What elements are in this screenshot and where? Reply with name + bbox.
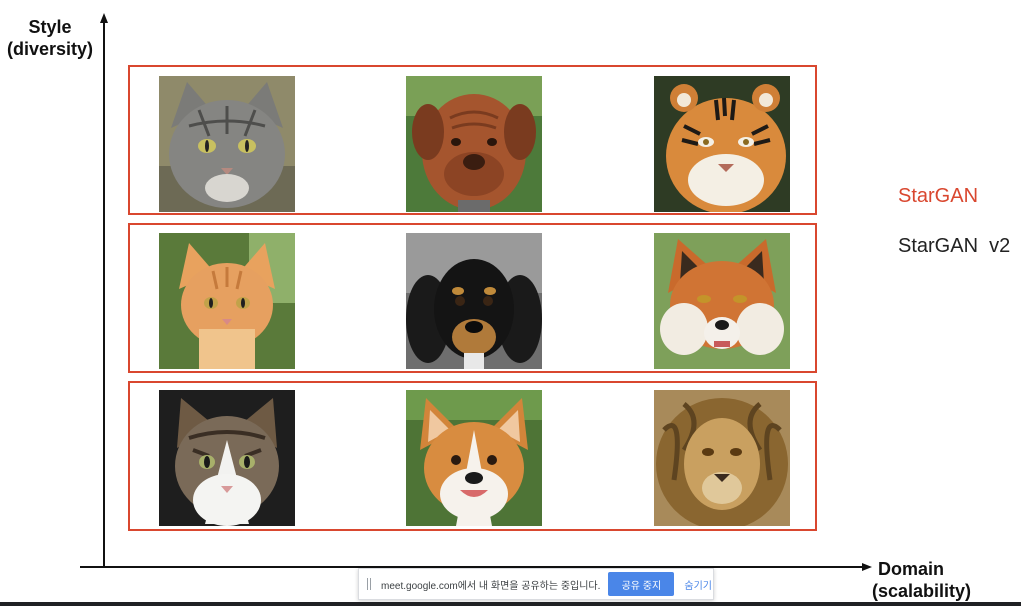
photo-tabby-white-cat	[159, 390, 295, 526]
drag-handle-icon[interactable]	[367, 578, 371, 590]
photo-mastiff-dog	[406, 76, 542, 212]
hide-link[interactable]: 숨기기	[684, 577, 712, 592]
x-axis-label: Domain (scalability)	[872, 558, 992, 602]
photo-tiger	[654, 76, 790, 212]
share-message: meet.google.com에서 내 화면을 공유하는 중입니다.	[381, 580, 601, 592]
y-axis-label-line2: (diversity)	[6, 39, 94, 59]
x-axis-arrow	[862, 563, 872, 571]
photo-red-fox	[654, 233, 790, 369]
photo-lion	[654, 390, 790, 526]
screen-bottom-edge	[0, 602, 1021, 606]
stop-sharing-button[interactable]: 공유 중지	[608, 572, 675, 596]
legend-stargan: StarGAN	[898, 185, 979, 207]
photo-corgi-dog	[406, 390, 542, 526]
y-axis-line	[103, 22, 105, 568]
photo-orange-kitten	[159, 233, 295, 369]
x-axis-label-line2: (scalability)	[872, 581, 972, 601]
y-axis-label-line1: Style	[28, 17, 72, 37]
photo-dachshund-dog	[406, 233, 542, 369]
screen-share-bar: meet.google.com에서 내 화면을 공유하는 중입니다. 공유 중지…	[358, 568, 714, 600]
y-axis-arrow	[100, 13, 108, 23]
legend-stargan-v2: StarGAN v2	[898, 235, 1011, 257]
photo-tabby-cat	[159, 76, 295, 212]
x-axis-label-line1: Domain	[878, 559, 945, 579]
y-axis-label: Style (diversity)	[0, 16, 100, 60]
